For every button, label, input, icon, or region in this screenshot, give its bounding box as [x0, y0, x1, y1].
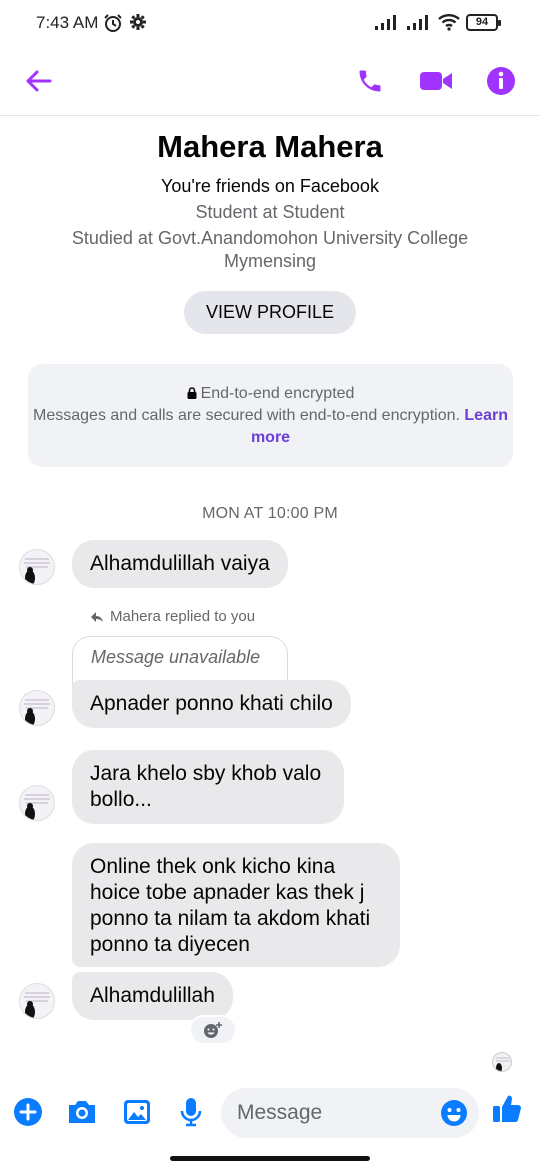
plus-circle-icon: [14, 1098, 42, 1126]
encryption-body: Messages and calls are secured with end-…: [33, 407, 460, 424]
encryption-title-row: End-to-end encrypted: [28, 383, 513, 405]
encryption-title: End-to-end encrypted: [200, 385, 355, 402]
avatar[interactable]: [19, 983, 55, 1019]
system-nav-bar: [0, 1145, 540, 1170]
add-reaction-button[interactable]: [189, 1015, 237, 1045]
gallery-button[interactable]: [120, 1095, 154, 1129]
lock-icon: [187, 387, 197, 399]
profile-summary: Mahera Mahera You're friends on Facebook…: [0, 125, 540, 334]
signal-icon: [374, 13, 400, 36]
encryption-notice: End-to-end encrypted Messages and calls …: [28, 364, 513, 467]
message-bubble[interactable]: Apnader ponno khati chilo: [72, 680, 351, 728]
info-icon: [487, 67, 515, 95]
signal-icon-2: [406, 13, 432, 36]
smiley-icon: [441, 1100, 467, 1126]
profile-work: Student at Student: [195, 202, 345, 222]
audio-call-button[interactable]: [352, 63, 388, 99]
status-bar: 7:43 AM 94: [0, 0, 540, 46]
camera-button[interactable]: [65, 1095, 99, 1129]
video-camera-icon: [420, 72, 452, 90]
alarm-icon: [103, 13, 123, 38]
arrow-left-icon: [26, 70, 52, 92]
seen-indicator-avatar: [492, 1052, 512, 1072]
friends-status: You're friends on Facebook: [161, 176, 379, 196]
conversation-header: [0, 46, 540, 116]
gear-icon: [129, 13, 147, 36]
camera-icon: [69, 1101, 95, 1123]
profile-education: Studied at Govt.Anandomohon University C…: [71, 228, 469, 271]
reply-arrow-icon: [91, 611, 103, 622]
wifi-icon: [438, 13, 460, 36]
status-time: 7:43 AM: [36, 13, 99, 32]
avatar[interactable]: [19, 690, 55, 726]
more-actions-button[interactable]: [11, 1095, 45, 1129]
view-profile-button[interactable]: VIEW PROFILE: [183, 291, 357, 334]
thumbs-up-icon: [493, 1095, 521, 1122]
back-button[interactable]: [20, 63, 56, 99]
info-button[interactable]: [483, 63, 519, 99]
message-composer: [0, 1083, 540, 1145]
reply-indicator: Mahera replied to you: [90, 608, 255, 625]
voice-clip-button[interactable]: [174, 1095, 208, 1129]
message-bubble[interactable]: Online thek onk kicho kina hoice tobe ap…: [72, 843, 400, 967]
home-indicator[interactable]: [170, 1156, 370, 1161]
smiley-add-icon: [204, 1022, 222, 1038]
message-timestamp: MON AT 10:00 PM: [202, 505, 338, 522]
microphone-icon: [180, 1098, 202, 1127]
image-icon: [124, 1100, 150, 1124]
reply-note-text: Mahera replied to you: [110, 608, 256, 625]
video-call-button[interactable]: [418, 63, 454, 99]
battery-icon: 94: [466, 14, 501, 31]
message-bubble[interactable]: Jara khelo sby khob valo bollo...: [72, 750, 344, 824]
message-bubble[interactable]: Alhamdulillah: [72, 972, 233, 1020]
profile-name: Mahera Mahera: [157, 129, 383, 164]
phone-icon: [359, 70, 381, 92]
like-button[interactable]: [490, 1092, 524, 1126]
avatar[interactable]: [19, 785, 55, 821]
encryption-body-row: Messages and calls are secured with end-…: [28, 405, 513, 449]
avatar[interactable]: [19, 549, 55, 585]
emoji-button[interactable]: [440, 1099, 468, 1127]
message-bubble[interactable]: Alhamdulillah vaiya: [72, 540, 288, 588]
